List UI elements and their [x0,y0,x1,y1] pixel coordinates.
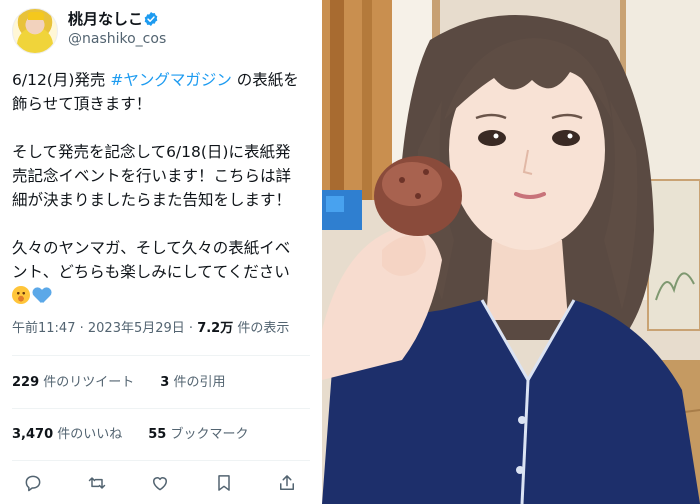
reply-icon [25,475,41,492]
hashtag-link[interactable]: #ヤングマガジン [110,71,232,89]
quotes-count: 3 [160,375,170,390]
tweet-text: の表紙を [231,71,299,89]
photo-illustration [322,0,700,504]
likes-stat[interactable]: 3,470 件のいいね [12,427,122,442]
separator: · [75,321,88,336]
tweet-photo[interactable] [322,0,700,504]
bookmarks-count: 55 [148,427,167,442]
tweet-line: 売記念イベントを行います！こちらは詳 [12,167,292,185]
face-with-hand-over-mouth-emoji-icon [12,286,30,304]
separator: · [184,321,198,336]
divider [12,355,310,356]
bookmark-button[interactable] [213,472,235,494]
engagement-stats-row: 3,470 件のいいね 55 ブックマーク [12,426,275,444]
share-button[interactable] [276,472,298,494]
tweet-line: そして発売を記念して6/18(日)に表紙発 [12,143,291,161]
like-button[interactable] [149,472,171,494]
likes-label: 件のいいね [53,427,123,442]
retweets-stat[interactable]: 229 件のリツイート [12,375,134,390]
retweets-count: 229 [12,375,40,390]
tweet-body: 6/12(月)発売 #ヤングマガジン の表紙を 飾らせて頂きます！ そして発売を… [12,68,316,308]
quotes-stat[interactable]: 3 件の引用 [160,375,225,390]
tweet-line: 細が決まりましたらまた告知をします！ [12,191,292,209]
avatar[interactable] [12,8,58,54]
tweet-date[interactable]: 2023年5月29日 [88,321,185,336]
reply-button[interactable] [22,472,44,494]
verified-badge-icon [144,12,158,26]
tweet-meta: 午前11:47 · 2023年5月29日 · 7.2万 件の表示 [12,320,289,338]
bookmark-icon [217,475,230,491]
views-count: 7.2万 [197,321,234,336]
bookmarks-stat[interactable]: 55 ブックマーク [148,427,248,442]
quotes-label: 件の引用 [169,375,226,390]
share-stats-row: 229 件のリツイート 3 件の引用 [12,374,251,392]
divider [12,408,310,409]
tweet-line: 飾らせて頂きます！ [12,95,152,113]
tweet-card: 桃月なしこ @nashiko_cos 6/12(月)発売 #ヤングマガジン の表… [0,0,322,504]
tweet-text: 6/12(月)発売 [12,71,111,89]
tweet-line: ント、どちらも楽しみにしててください [12,263,290,281]
blue-heart-emoji-icon [33,288,51,304]
emoji-line [12,284,316,308]
views-label: 件の表示 [233,321,290,336]
heart-icon [153,477,167,491]
avatar-crown-icon [28,12,44,20]
retweet-icon [88,477,105,489]
retweet-button[interactable] [86,472,108,494]
tweet-line: 6/12(月)発売 #ヤングマガジン の表紙を [12,68,316,92]
divider [12,460,310,461]
likes-count: 3,470 [12,427,54,442]
bookmarks-label: ブックマーク [166,427,249,442]
retweets-label: 件のリツイート [39,375,135,390]
display-name[interactable]: 桃月なしこ [68,10,143,28]
handle[interactable]: @nashiko_cos [68,30,166,48]
tweet-time[interactable]: 午前11:47 [12,321,75,336]
share-icon [280,475,294,490]
tweet-line: 久々のヤンマガ、そして久々の表紙イベ [12,239,291,257]
action-bar [12,470,308,496]
